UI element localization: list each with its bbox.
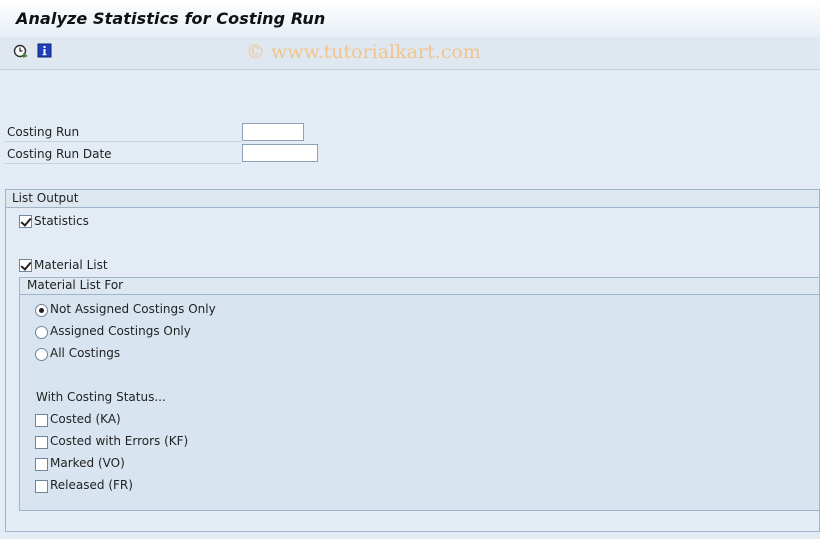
radio-all-costings-label: All Costings (50, 346, 121, 360)
application-toolbar: © www.tutorialkart.com (0, 37, 820, 70)
status-released-checkbox[interactable] (35, 480, 48, 493)
radio-assigned[interactable] (35, 326, 48, 339)
status-costed-errors-label: Costed with Errors (KF) (50, 434, 189, 448)
costing-run-date-label: Costing Run Date (7, 147, 112, 161)
radio-not-assigned[interactable] (35, 304, 48, 317)
material-list-for-group: Material List For Not Assigned Costings … (19, 277, 820, 511)
list-output-header: List Output (6, 190, 819, 208)
watermark: © www.tutorialkart.com (246, 41, 481, 63)
material-list-for-header: Material List For (20, 278, 819, 295)
status-costed-label: Costed (KA) (50, 412, 121, 426)
statistics-label: Statistics (34, 214, 89, 228)
list-output-title: List Output (12, 191, 79, 205)
costing-run-input[interactable] (242, 123, 304, 141)
radio-all-costings[interactable] (35, 348, 48, 361)
page-title: Analyze Statistics for Costing Run (16, 9, 326, 28)
costing-run-date-input[interactable] (242, 144, 318, 162)
costing-run-label: Costing Run (7, 125, 80, 139)
status-marked-label: Marked (VO) (50, 456, 125, 470)
status-costed-checkbox[interactable] (35, 414, 48, 427)
material-list-label: Material List (34, 258, 108, 272)
list-output-group: List Output Statistics Material List Mat… (5, 189, 820, 532)
title-bar: Analyze Statistics for Costing Run (0, 0, 820, 38)
status-released-label: Released (FR) (50, 478, 133, 492)
status-costed-errors-checkbox[interactable] (35, 436, 48, 449)
radio-assigned-label: Assigned Costings Only (50, 324, 191, 338)
statistics-checkbox[interactable] (19, 215, 32, 228)
status-marked-checkbox[interactable] (35, 458, 48, 471)
material-list-checkbox[interactable] (19, 259, 32, 272)
material-list-for-title: Material List For (27, 278, 124, 292)
costing-run-underline (5, 141, 241, 142)
costing-status-heading: With Costing Status... (36, 390, 166, 404)
costing-run-date-underline (5, 163, 241, 164)
execute-clock-icon[interactable] (13, 43, 29, 59)
radio-not-assigned-label: Not Assigned Costings Only (50, 302, 216, 316)
info-icon[interactable] (37, 43, 53, 59)
